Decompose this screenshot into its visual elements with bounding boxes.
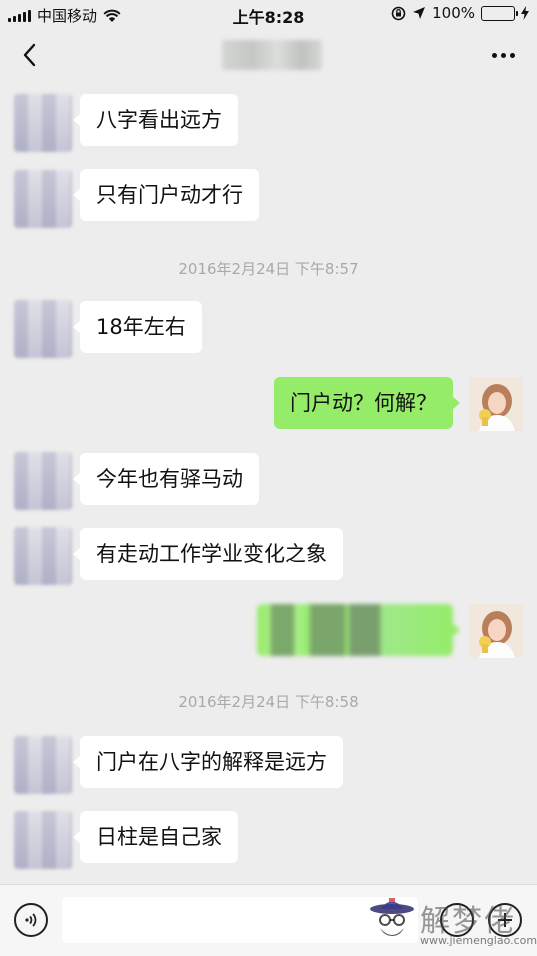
watermark-url: www.jiemenglao.com [420,934,537,947]
chat-title-blurred [222,40,322,70]
charging-icon [521,6,529,20]
contact-avatar[interactable] [14,452,72,510]
message-bubble-incoming[interactable]: 今年也有驿马动 [73,453,259,505]
user-photo-icon [469,604,523,658]
ellipsis-icon [491,52,497,58]
my-avatar[interactable] [469,604,523,658]
message-bubble-incoming[interactable]: 八字看出远方 [73,94,238,146]
location-icon [413,7,426,19]
chat-header [0,28,537,82]
my-avatar[interactable] [469,377,523,431]
status-right: 100% [391,4,529,22]
contact-avatar[interactable] [14,811,72,869]
message-bubble-incoming[interactable]: 有走动工作学业变化之象 [73,528,343,580]
message-bubble-outgoing-blurred[interactable] [257,604,460,656]
status-bar: 中国移动 上午8:28 100% [0,0,537,28]
contact-avatar[interactable] [14,300,72,358]
message-bubble-incoming[interactable]: 门户在八字的解释是远方 [73,736,343,788]
message-input[interactable] [62,897,418,943]
more-button[interactable] [487,40,519,70]
message-bubble-incoming[interactable]: 只有门户动才行 [73,169,259,221]
message-bubble-incoming[interactable]: 日柱是自己家 [73,811,238,863]
contact-avatar[interactable] [14,736,72,794]
message-timestamp: 2016年2月24日 下午8:58 [178,693,359,711]
contact-avatar[interactable] [14,527,72,585]
watermark-logo-icon [370,898,414,936]
voice-button[interactable] [14,903,48,937]
battery-percent: 100% [432,4,475,22]
battery-icon [481,5,518,21]
user-photo-icon [469,377,523,431]
message-bubble-outgoing[interactable]: 门户动？何解？ [274,377,460,429]
contact-avatar[interactable] [14,94,72,152]
chevron-left-icon [23,43,36,67]
voice-icon [25,913,37,927]
orientation-lock-icon [391,6,406,20]
message-timestamp: 2016年2月24日 下午8:57 [178,260,359,278]
message-bubble-incoming[interactable]: 18年左右 [73,301,202,353]
contact-avatar[interactable] [14,170,72,228]
back-button[interactable] [14,40,44,70]
